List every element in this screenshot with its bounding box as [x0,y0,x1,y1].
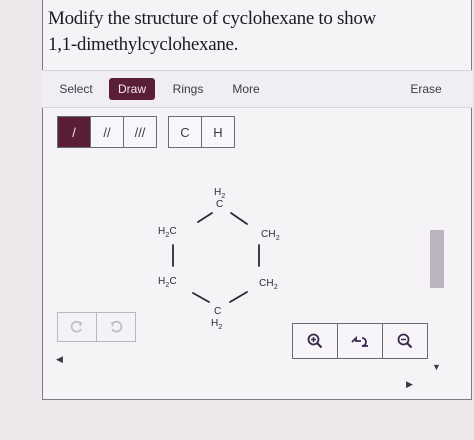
redo-icon [110,320,123,333]
bottom-h2-label: H2 [211,318,223,331]
scroll-right-arrow-icon[interactable]: ▶ [406,379,413,390]
bond-5[interactable] [192,292,210,303]
right-top-ch2-label: CH2 [261,229,280,242]
history-controls [57,312,137,342]
scroll-left-arrow-icon[interactable]: ◀ [56,354,63,365]
left-bottom-ch2-label: H2C [158,276,177,289]
zoom-controls [292,323,428,359]
molecule-canvas[interactable] [0,0,474,440]
zoom-out-icon [397,333,413,349]
vertical-scrollbar-thumb[interactable] [430,230,444,288]
bond-2[interactable] [230,212,248,225]
zoom-in-icon [307,333,323,349]
zoom-out-button[interactable] [382,323,428,359]
undo-button[interactable] [57,312,97,342]
reset-view-button[interactable] [337,323,383,359]
zoom-in-button[interactable] [292,323,338,359]
undo-icon [70,320,83,333]
right-bottom-ch2-label: CH2 [259,278,278,291]
redo-button[interactable] [96,312,136,342]
bond-4[interactable] [229,291,248,303]
bottom-carbon-label: C [214,306,222,317]
reset-view-icon [351,335,368,347]
top-carbon-label: C [216,199,224,210]
left-top-ch2-label: H2C [158,226,177,239]
scroll-down-arrow-icon[interactable]: ▼ [432,362,441,372]
bond-1[interactable] [197,212,213,223]
